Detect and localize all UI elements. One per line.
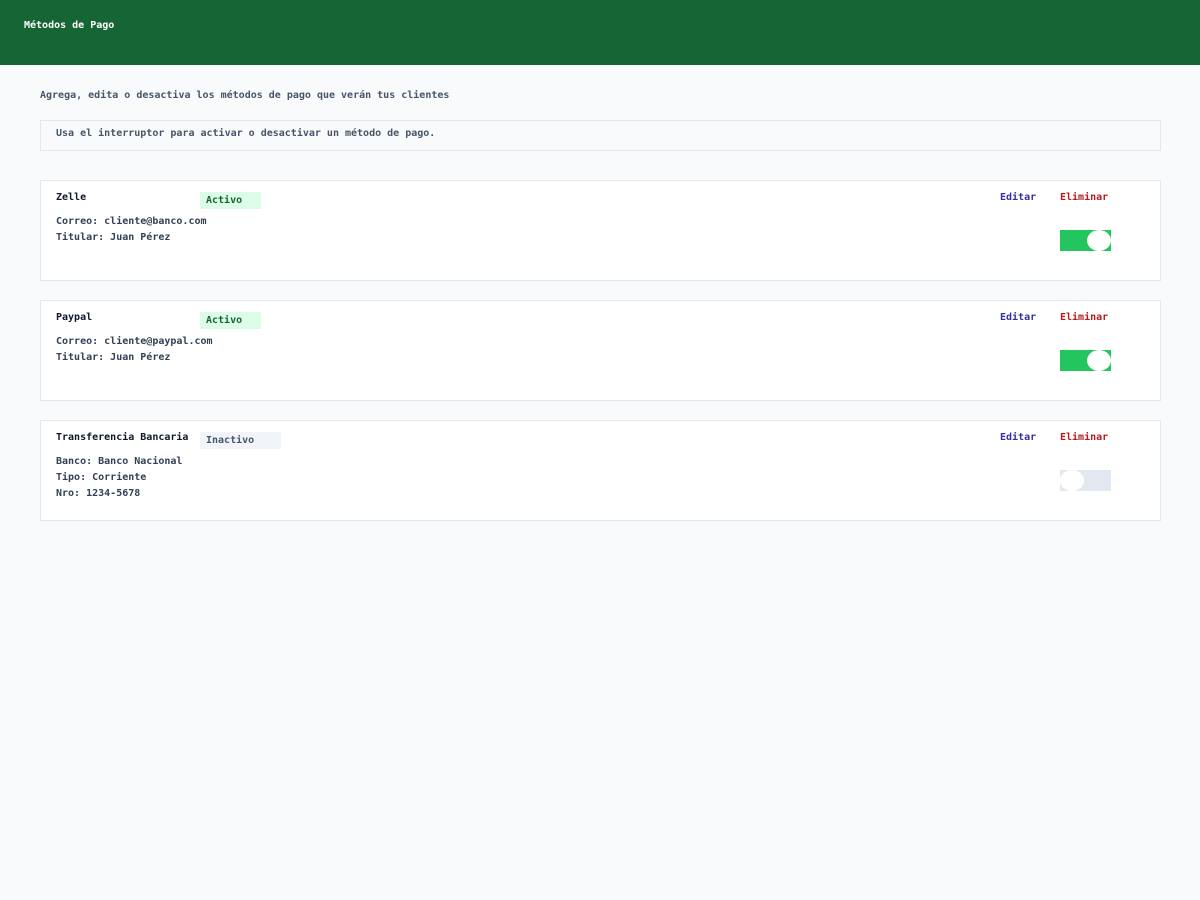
edit-button[interactable]: Editar [1000,191,1036,205]
payment-method-detail: Correo: cliente@paypal.com [56,336,213,347]
payment-method-detail: Correo: cliente@banco.com [56,216,207,227]
toggle-knob [1060,470,1084,491]
payment-method-detail: Titular: Juan Pérez [56,232,171,243]
info-text: Usa el interruptor para activar o desact… [56,128,436,139]
status-badge: Activo [200,192,261,209]
payment-method-name: Transferencia Bancaria [56,432,189,443]
info-banner: Usa el interruptor para activar o desact… [40,120,1161,151]
status-badge: Activo [200,312,261,329]
delete-button[interactable]: Eliminar [1060,311,1108,325]
edit-button[interactable]: Editar [1000,311,1036,325]
status-badge: Inactivo [200,432,281,449]
payment-method-detail: Nro: 1234-5678 [56,488,141,499]
payment-method-name: Zelle [56,192,87,203]
app-header: Métodos de Pago [0,0,1200,65]
active-toggle[interactable] [1060,470,1111,491]
payment-method-detail: Tipo: Corriente [56,472,147,483]
active-toggle[interactable] [1060,230,1111,251]
payment-method-card: Paypal Activo Correo: cliente@paypal.com… [40,300,1161,401]
payment-method-card: Transferencia Bancaria Inactivo Banco: B… [40,420,1161,521]
page-title: Métodos de Pago [24,20,115,31]
payment-method-card: Zelle Activo Correo: cliente@banco.com T… [40,180,1161,281]
delete-button[interactable]: Eliminar [1060,431,1108,445]
page-subtitle: Agrega, edita o desactiva los métodos de… [40,90,450,101]
edit-button[interactable]: Editar [1000,431,1036,445]
payment-method-detail: Titular: Juan Pérez [56,352,171,363]
delete-button[interactable]: Eliminar [1060,191,1108,205]
toggle-knob [1087,230,1111,251]
payment-method-detail: Banco: Banco Nacional [56,456,183,467]
toggle-knob [1087,350,1111,371]
payment-method-name: Paypal [56,312,93,323]
active-toggle[interactable] [1060,350,1111,371]
